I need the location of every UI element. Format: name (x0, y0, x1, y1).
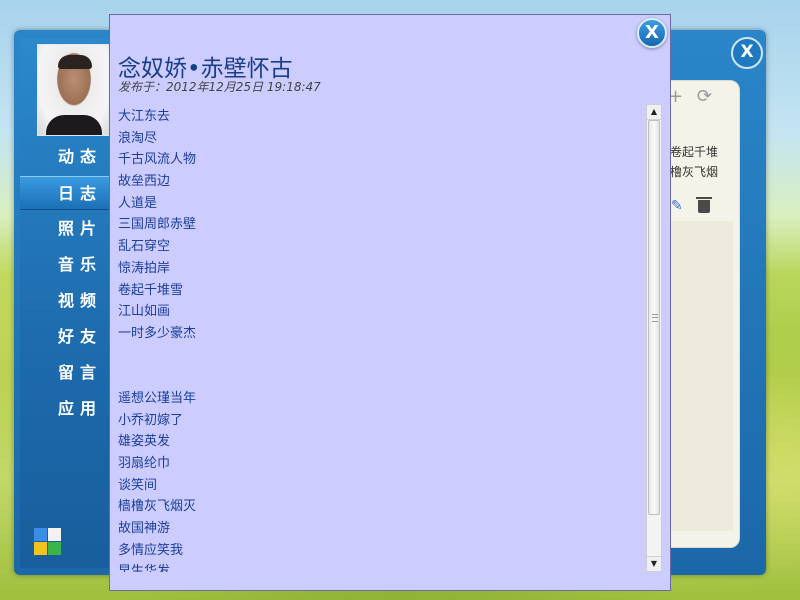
poem-line: 樯橹灰飞烟灭 (118, 499, 197, 515)
sidebar-item-liuyan[interactable]: 留言 (20, 356, 112, 390)
sidebar-item-yingyong[interactable]: 应用 (20, 392, 112, 426)
modal-close-button[interactable]: X (637, 18, 667, 48)
article-publish-time: 发布于：2012年12月25日 19:18:47 (118, 80, 321, 94)
poem-line: 大江东去 (118, 109, 171, 124)
scrollbar-thumb[interactable] (648, 120, 660, 515)
poem-line: 浪淘尽 (118, 130, 158, 146)
poem-line: 千古风流人物 (118, 152, 197, 168)
sidebar-item-dongtai[interactable]: 动态 (20, 140, 112, 174)
poem-line: 故国神游 (118, 521, 171, 537)
poem-line: 故垒西边 (118, 174, 171, 190)
poem-line (118, 345, 638, 367)
poem-line: 多情应笑我 (118, 542, 184, 558)
preview-text-line1: 卷起千堆 (670, 145, 719, 159)
scroll-down-arrow-icon[interactable]: ▼ (647, 556, 661, 571)
poem-line: 小乔初嫁了 (118, 412, 184, 428)
poem-line: 羽扇纶巾 (118, 456, 171, 471)
blog-window-close-button[interactable]: X (731, 37, 763, 69)
logo-blue-tile (34, 528, 47, 541)
logo-white-tile (48, 528, 61, 541)
logo-green-tile (48, 542, 61, 555)
preview-text-line2: 橹灰飞烟 (670, 165, 719, 179)
poem-line: 江山如画 (118, 304, 171, 320)
poem-line: 一时多少豪杰 (118, 325, 197, 341)
toolbar-icons: + ⟳ (668, 86, 718, 107)
sidebar-item-shipin[interactable]: 视频 (20, 284, 112, 318)
poem-line: 惊涛拍岸 (118, 260, 171, 276)
scrollbar-grip (652, 314, 658, 322)
sidebar-item-yinyue[interactable]: 音乐 (20, 248, 112, 282)
edit-pencil-icon[interactable]: ✎ (671, 198, 683, 214)
trash-icon[interactable] (696, 197, 712, 213)
scroll-up-arrow-icon[interactable]: ▲ (647, 105, 661, 120)
sidebar-item-haoyou[interactable]: 好友 (20, 320, 112, 354)
poem-line: 人道是 (118, 195, 158, 211)
blog-preview-body (669, 221, 733, 531)
refresh-icon[interactable]: ⟳ (697, 86, 712, 107)
poem-line: 乱石穿空 (118, 239, 171, 255)
poem-line (118, 366, 638, 388)
poem-line: 遥想公瑾当年 (118, 390, 197, 406)
poem-line: 早生华发 (118, 564, 171, 572)
avatar-shirt (46, 115, 102, 135)
avatar[interactable] (37, 44, 111, 136)
article-scrollbar[interactable]: ▲ ▼ (646, 104, 662, 572)
sidebar-item-zhaopian[interactable]: 照片 (20, 212, 112, 246)
app-logo-icon[interactable] (34, 528, 61, 555)
avatar-hair (58, 55, 92, 69)
logo-yellow-tile (34, 542, 47, 555)
poem-line: 卷起千堆雪 (118, 282, 184, 298)
poem-line: 谈笑间 (118, 477, 158, 493)
poem-line: 雄姿英发 (118, 434, 171, 450)
sidebar-item-rizhi[interactable]: 日志 (20, 176, 112, 210)
poem-line: 三国周郎赤壁 (118, 217, 197, 233)
article-content: 大江东去 浪淘尽 千古风流人物 故垒西边 人道是 三国周郎赤壁 乱石穿空 惊涛拍… (118, 106, 638, 572)
